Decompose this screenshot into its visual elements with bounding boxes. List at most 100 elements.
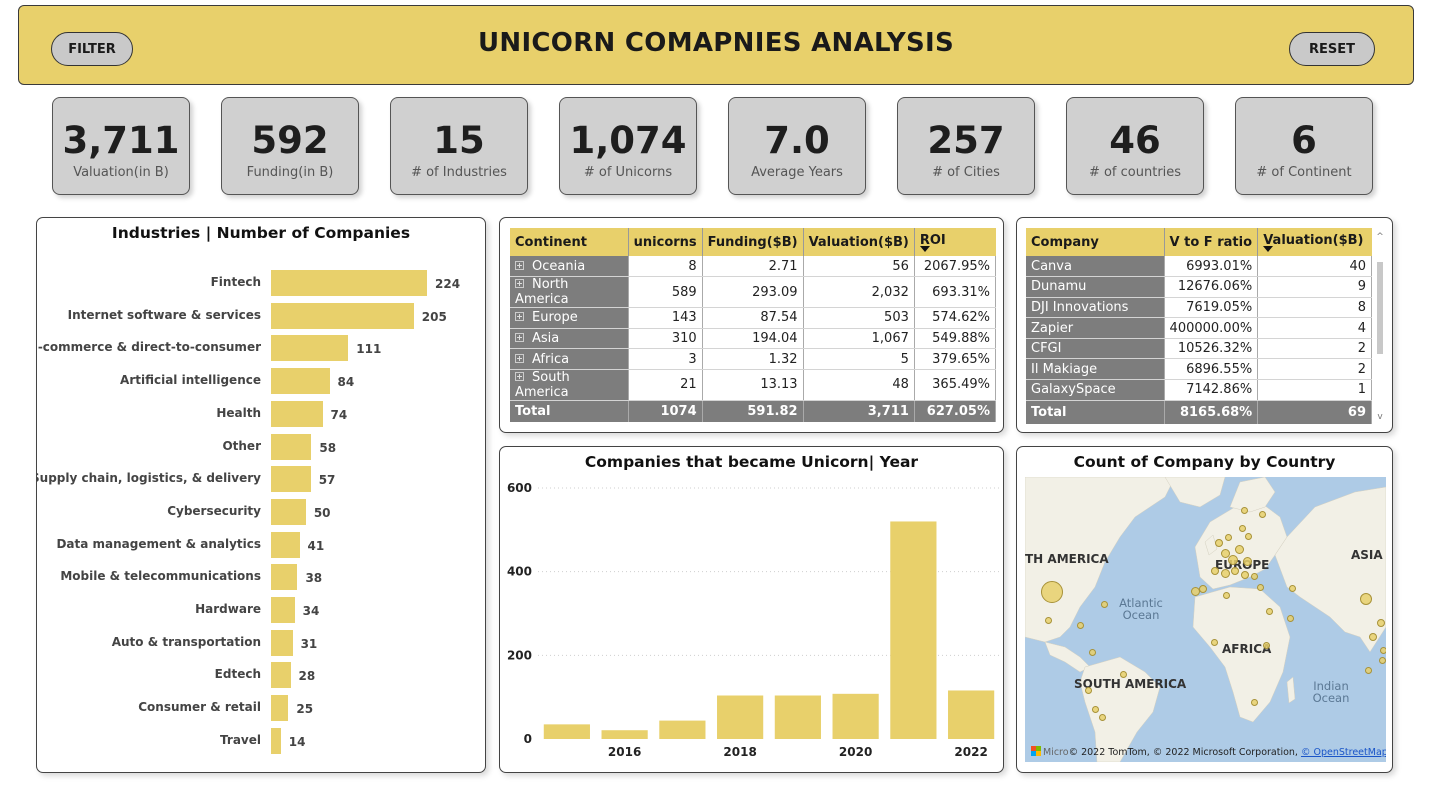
- country-bubble[interactable]: [1289, 585, 1296, 592]
- expand-plus-icon[interactable]: [515, 371, 524, 381]
- country-bubble[interactable]: [1228, 555, 1238, 565]
- country-bubble[interactable]: [1085, 687, 1092, 694]
- col-header-unicorns[interactable]: unicorns: [628, 228, 703, 256]
- table-row[interactable]: Dunamu 12676.06% 9: [1026, 276, 1372, 298]
- industry-bar[interactable]: [271, 368, 330, 395]
- company-table-scrollbar[interactable]: ^ v: [1375, 232, 1385, 422]
- industry-row[interactable]: Mobile & telecommunications 38: [37, 563, 485, 591]
- year-bar[interactable]: [601, 730, 648, 739]
- industry-bar[interactable]: [271, 564, 298, 591]
- industry-row[interactable]: Internet software & services 205: [37, 302, 485, 330]
- country-bubble[interactable]: [1101, 601, 1108, 608]
- industry-row[interactable]: Supply chain, logistics, & delivery 57: [37, 465, 485, 493]
- industry-row[interactable]: Cybersecurity 50: [37, 498, 485, 526]
- col-header-valuation[interactable]: Valuation($B): [803, 228, 915, 256]
- industry-row[interactable]: Fintech 224: [37, 269, 485, 297]
- industry-bar[interactable]: [271, 695, 289, 722]
- country-bubble[interactable]: [1239, 525, 1246, 532]
- industry-bar[interactable]: [271, 270, 427, 296]
- country-bubble[interactable]: [1041, 581, 1063, 603]
- year-bar[interactable]: [717, 695, 764, 739]
- country-bubble[interactable]: [1215, 539, 1223, 547]
- year-bar[interactable]: [832, 693, 879, 739]
- country-bubble[interactable]: [1099, 714, 1106, 721]
- industry-bar[interactable]: [271, 727, 281, 754]
- country-bubble[interactable]: [1235, 545, 1244, 554]
- country-bubble[interactable]: [1365, 667, 1372, 674]
- industry-row[interactable]: Auto & transportation 31: [37, 629, 485, 657]
- industry-row[interactable]: Edtech 28: [37, 661, 485, 689]
- industry-row[interactable]: Consumer & retail 25: [37, 694, 485, 722]
- industry-row[interactable]: Artificial intelligence 84: [37, 367, 485, 395]
- country-bubble[interactable]: [1241, 571, 1249, 579]
- industry-row[interactable]: E-commerce & direct-to-consumer 111: [37, 334, 485, 362]
- world-map[interactable]: TH AMERICA EUROPE ASIA AFRICA SOUTH AMER…: [1025, 477, 1386, 762]
- year-bar[interactable]: [543, 724, 590, 739]
- country-bubble[interactable]: [1191, 587, 1200, 596]
- table-row[interactable]: GalaxySpace 7142.86% 1: [1026, 379, 1372, 401]
- table-row[interactable]: CFGI 10526.32% 2: [1026, 338, 1372, 360]
- year-bar[interactable]: [774, 695, 821, 739]
- country-bubble[interactable]: [1251, 699, 1258, 706]
- country-bubble[interactable]: [1251, 573, 1258, 580]
- country-bubble[interactable]: [1379, 657, 1386, 664]
- expand-plus-icon[interactable]: [515, 312, 524, 322]
- country-bubble[interactable]: [1259, 511, 1266, 518]
- expand-plus-icon[interactable]: [515, 332, 524, 342]
- openstreetmap-link[interactable]: © OpenStreetMap: [1301, 747, 1386, 758]
- table-row[interactable]: South America 21 13.13 48 365.49%: [510, 369, 997, 401]
- country-bubble[interactable]: [1231, 567, 1239, 575]
- table-row[interactable]: Africa 3 1.32 5 379.65%: [510, 348, 997, 370]
- table-row[interactable]: Il Makiage 6896.55% 2: [1026, 358, 1372, 381]
- industry-bar[interactable]: [271, 531, 300, 558]
- country-bubble[interactable]: [1225, 534, 1232, 541]
- country-bubble[interactable]: [1369, 633, 1377, 641]
- country-bubble[interactable]: [1377, 619, 1385, 627]
- country-bubble[interactable]: [1077, 622, 1084, 629]
- country-bubble[interactable]: [1287, 615, 1294, 622]
- country-bubble[interactable]: [1199, 585, 1207, 593]
- col-header-v-to-f-ratio[interactable]: V to F ratio: [1164, 228, 1259, 256]
- reset-button[interactable]: RESET: [1289, 32, 1375, 66]
- table-row[interactable]: Europe 143 87.54 503 574.62%: [510, 307, 997, 329]
- year-bar[interactable]: [948, 690, 995, 739]
- table-row[interactable]: Zapier 400000.00% 4: [1026, 317, 1372, 339]
- industry-row[interactable]: Data management & analytics 41: [37, 531, 485, 559]
- country-bubble[interactable]: [1263, 642, 1270, 649]
- industry-bar[interactable]: [271, 597, 295, 623]
- table-row[interactable]: DJI Innovations 7619.05% 8: [1026, 297, 1372, 319]
- scroll-down-icon[interactable]: v: [1375, 412, 1385, 422]
- table-row[interactable]: Asia 310 194.04 1,067 549.88%: [510, 328, 997, 350]
- industry-row[interactable]: Health 74: [37, 400, 485, 428]
- year-bar[interactable]: [659, 720, 706, 739]
- country-bubble[interactable]: [1211, 567, 1219, 575]
- country-bubble[interactable]: [1120, 671, 1127, 678]
- country-bubble[interactable]: [1380, 647, 1386, 654]
- table-row[interactable]: Oceania 8 2.71 56 2067.95%: [510, 256, 997, 278]
- col-header-company-valuation[interactable]: Valuation($B): [1257, 228, 1372, 256]
- table-row[interactable]: Canva 6993.01% 40: [1026, 256, 1372, 278]
- industry-row[interactable]: Other 58: [37, 433, 485, 461]
- year-bar[interactable]: [890, 521, 937, 739]
- col-header-roi[interactable]: ROI: [914, 228, 996, 256]
- country-bubble[interactable]: [1243, 557, 1252, 566]
- table-row[interactable]: North America 589 293.09 2,032 693.31%: [510, 276, 997, 309]
- country-bubble[interactable]: [1241, 507, 1248, 514]
- expand-plus-icon[interactable]: [515, 260, 524, 270]
- country-bubble[interactable]: [1245, 533, 1252, 540]
- industry-bar[interactable]: [271, 629, 293, 656]
- industry-bar[interactable]: [271, 335, 349, 362]
- country-bubble[interactable]: [1257, 584, 1264, 591]
- country-bubble[interactable]: [1360, 593, 1372, 605]
- country-bubble[interactable]: [1089, 649, 1096, 656]
- country-bubble[interactable]: [1223, 592, 1230, 599]
- industry-row[interactable]: Hardware 34: [37, 596, 485, 624]
- country-bubble[interactable]: [1221, 569, 1230, 578]
- industry-bar[interactable]: [271, 433, 312, 460]
- scroll-thumb[interactable]: [1377, 262, 1383, 354]
- col-header-company[interactable]: Company: [1026, 228, 1165, 256]
- expand-plus-icon[interactable]: [515, 353, 524, 363]
- country-bubble[interactable]: [1045, 617, 1052, 624]
- industry-bar[interactable]: [271, 400, 323, 427]
- scroll-up-icon[interactable]: ^: [1375, 232, 1385, 242]
